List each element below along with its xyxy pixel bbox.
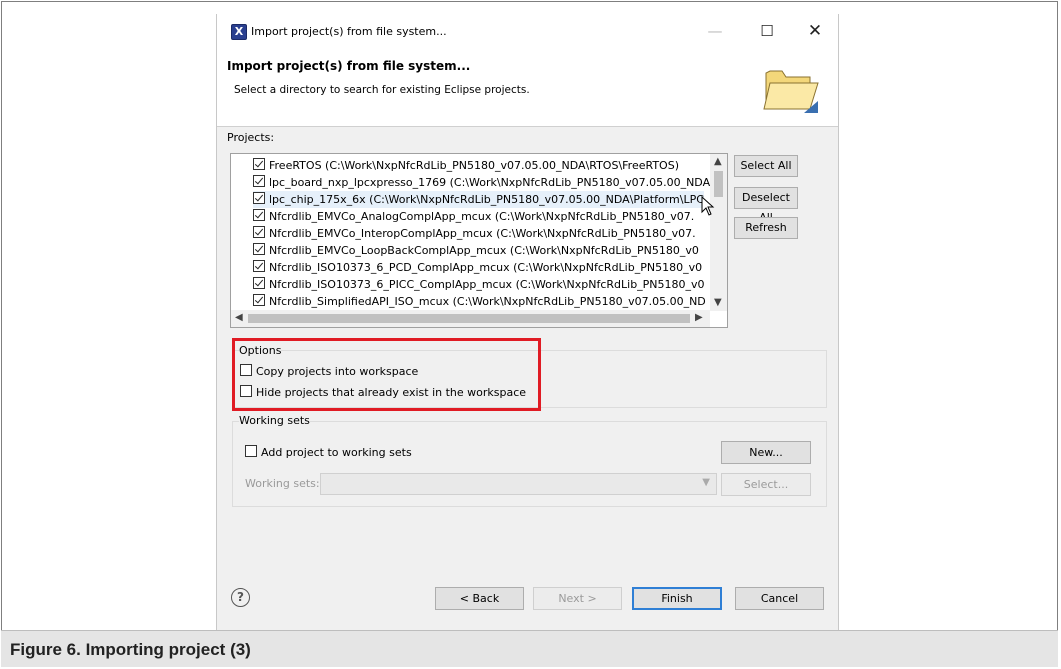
scroll-down-icon[interactable]: ▼ [714, 297, 722, 308]
project-checkbox[interactable] [253, 226, 265, 238]
options-highlight-box [232, 338, 541, 411]
list-item[interactable]: lpc_chip_175x_6x (C:\Work\NxpNfcRdLib_PN… [253, 191, 704, 208]
list-item[interactable]: lpc_board_nxp_lpcxpresso_1769 (C:\Work\N… [253, 174, 710, 191]
eclipse-app-icon: X [231, 24, 247, 40]
scroll-up-icon[interactable]: ▲ [714, 156, 722, 167]
add-to-working-sets-checkbox[interactable] [245, 445, 257, 457]
close-button[interactable]: ✕ [795, 18, 835, 44]
back-button[interactable]: < Back [435, 587, 524, 610]
window-titlebar: X Import project(s) from file system... … [217, 14, 838, 49]
select-working-sets-button[interactable]: Select... [721, 473, 811, 496]
vertical-scrollbar[interactable]: ▲ ▼ [710, 154, 727, 311]
scroll-right-icon[interactable]: ▶ [695, 312, 703, 323]
figure-caption-bar: Figure 6. Importing project (3) [1, 630, 1058, 667]
help-icon[interactable]: ? [231, 588, 250, 607]
working-sets-field-label: Working sets: [245, 477, 320, 490]
project-checkbox[interactable] [253, 158, 265, 170]
project-label: lpc_board_nxp_lpcxpresso_1769 (C:\Work\N… [269, 176, 711, 189]
chevron-down-icon: ▼ [702, 477, 710, 488]
project-label: Nfcrdlib_EMVCo_LoopBackComplApp_mcux (C:… [269, 244, 699, 257]
working-sets-combo[interactable]: ▼ [320, 473, 717, 495]
add-to-working-sets-label: Add project to working sets [261, 446, 412, 459]
finish-button[interactable]: Finish [632, 587, 722, 610]
project-label: Nfcrdlib_EMVCo_InteropComplApp_mcux (C:\… [269, 227, 696, 240]
project-label: lpc_chip_175x_6x (C:\Work\NxpNfcRdLib_PN… [269, 193, 704, 206]
wizard-description: Select a directory to search for existin… [234, 84, 530, 96]
horizontal-scrollbar[interactable]: ◀ ▶ [231, 310, 710, 327]
vertical-scroll-thumb[interactable] [714, 171, 723, 197]
import-dialog: X Import project(s) from file system... … [216, 14, 839, 630]
scroll-left-icon[interactable]: ◀ [235, 312, 243, 323]
add-to-working-sets-option[interactable]: Add project to working sets [245, 445, 412, 459]
project-checkbox[interactable] [253, 175, 265, 187]
project-label: Nfcrdlib_ISO10373_6_PICC_ComplApp_mcux (… [269, 278, 705, 291]
refresh-button[interactable]: Refresh [734, 217, 798, 239]
project-checkbox[interactable] [253, 260, 265, 272]
next-button[interactable]: Next > [533, 587, 622, 610]
minimize-button[interactable]: — [695, 18, 735, 44]
list-item[interactable]: Nfcrdlib_ISO10373_6_PICC_ComplApp_mcux (… [253, 276, 705, 293]
list-item[interactable]: Nfcrdlib_EMVCo_AnalogComplApp_mcux (C:\W… [253, 208, 694, 225]
figure-caption: Figure 6. Importing project (3) [10, 640, 251, 659]
project-checkbox[interactable] [253, 192, 265, 204]
list-item[interactable]: FreeRTOS (C:\Work\NxpNfcRdLib_PN5180_v07… [253, 157, 679, 174]
list-item[interactable]: Nfcrdlib_ISO10373_6_PCD_ComplApp_mcux (C… [253, 259, 702, 276]
new-working-set-button[interactable]: New... [721, 441, 811, 464]
project-label: Nfcrdlib_SimplifiedAPI_ISO_mcux (C:\Work… [269, 295, 706, 308]
list-item[interactable]: Nfcrdlib_SimplifiedAPI_ISO_mcux (C:\Work… [253, 293, 706, 310]
project-label: Nfcrdlib_EMVCo_AnalogComplApp_mcux (C:\W… [269, 210, 695, 223]
project-checkbox[interactable] [253, 209, 265, 221]
working-sets-label: Working sets [239, 414, 310, 427]
cancel-button[interactable]: Cancel [735, 587, 824, 610]
window-title: Import project(s) from file system... [251, 25, 447, 38]
horizontal-scroll-thumb[interactable] [248, 314, 690, 323]
project-checkbox[interactable] [253, 277, 265, 289]
wizard-title: Import project(s) from file system... [227, 59, 471, 73]
wizard-header: Import project(s) from file system... Se… [217, 49, 838, 127]
deselect-all-button[interactable]: Deselect All [734, 187, 798, 224]
mouse-cursor-icon [701, 196, 715, 216]
projects-list[interactable]: FreeRTOS (C:\Work\NxpNfcRdLib_PN5180_v07… [230, 153, 728, 328]
project-label: Nfcrdlib_ISO10373_6_PCD_ComplApp_mcux (C… [269, 261, 703, 274]
open-folder-icon [763, 70, 819, 113]
project-checkbox[interactable] [253, 243, 265, 255]
projects-label: Projects: [227, 131, 275, 144]
maximize-button[interactable]: ☐ [747, 18, 787, 44]
select-all-button[interactable]: Select All [734, 155, 798, 177]
project-checkbox[interactable] [253, 294, 265, 306]
list-item[interactable]: Nfcrdlib_EMVCo_LoopBackComplApp_mcux (C:… [253, 242, 699, 259]
list-item[interactable]: Nfcrdlib_EMVCo_InteropComplApp_mcux (C:\… [253, 225, 696, 242]
project-label: FreeRTOS (C:\Work\NxpNfcRdLib_PN5180_v07… [269, 159, 679, 172]
